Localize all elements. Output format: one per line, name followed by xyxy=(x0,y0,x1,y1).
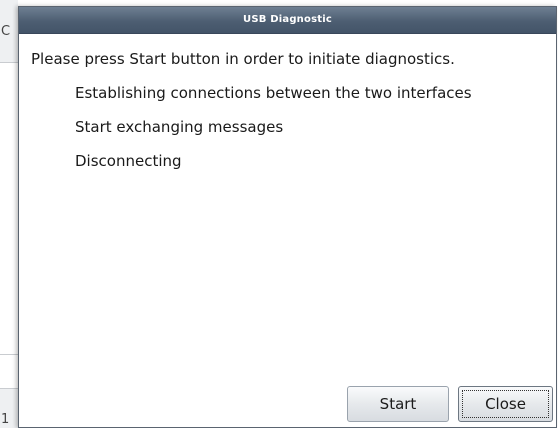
diagnostic-steps-list: Establishing connections between the two… xyxy=(75,83,472,185)
dialog-title: USB Diagnostic xyxy=(243,14,332,25)
usb-diagnostic-dialog: USB Diagnostic Please press Start button… xyxy=(18,6,557,428)
background-window-text-bottom: 1 xyxy=(1,412,10,427)
background-window-divider xyxy=(0,354,18,355)
diagnostic-step: Start exchanging messages xyxy=(75,118,284,136)
instruction-text: Please press Start button in order to in… xyxy=(31,50,455,68)
background-window: C 1 xyxy=(0,0,18,428)
start-button[interactable]: Start xyxy=(347,386,449,422)
background-window-text-top: C xyxy=(1,24,11,39)
dialog-content: Please press Start button in order to in… xyxy=(19,34,556,427)
screen: C 1 USB Diagnostic Please press Start bu… xyxy=(0,0,558,428)
close-button[interactable]: Close xyxy=(458,386,553,422)
diagnostic-step: Establishing connections between the two… xyxy=(75,84,472,102)
diagnostic-step: Disconnecting xyxy=(75,152,182,170)
dialog-titlebar[interactable]: USB Diagnostic xyxy=(19,7,556,34)
